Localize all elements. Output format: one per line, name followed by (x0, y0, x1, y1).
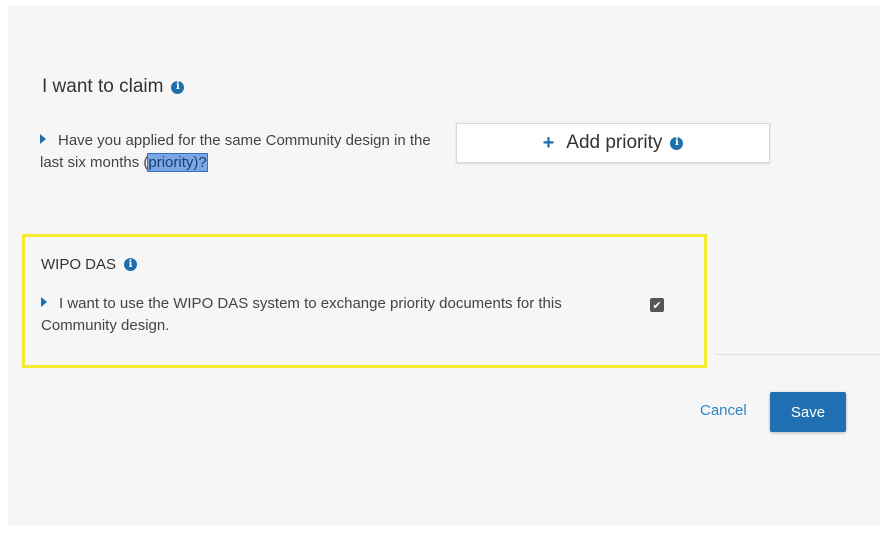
caret-right-icon[interactable] (41, 297, 47, 307)
check-icon: ✔ (652, 299, 662, 312)
info-icon[interactable]: i (171, 80, 185, 94)
save-button[interactable]: Save (770, 392, 846, 432)
wipo-das-description[interactable]: I want to use the WIPO DAS system to exc… (41, 293, 631, 337)
wipo-das-title: WIPO DAS i (41, 256, 138, 273)
caret-right-icon[interactable] (40, 134, 46, 144)
claim-heading: I want to claim i (42, 76, 185, 98)
wipo-das-description-text: I want to use the WIPO DAS system to exc… (41, 295, 562, 334)
wipo-das-section: WIPO DAS i I want to use the WIPO DAS sy… (22, 234, 707, 368)
plus-icon: + (542, 131, 555, 154)
priority-question[interactable]: Have you applied for the same Community … (40, 130, 450, 174)
wipo-das-title-label: WIPO DAS (41, 256, 117, 273)
add-priority-button[interactable]: + Add priority i (456, 123, 770, 163)
info-icon[interactable]: i (670, 136, 684, 150)
info-icon[interactable]: i (124, 258, 138, 271)
add-priority-label: Add priority (566, 132, 663, 153)
priority-question-text: Have you applied for the same Community … (40, 132, 431, 171)
claim-panel: I want to claim i Have you applied for t… (8, 6, 880, 526)
priority-question-highlight: priority)? (147, 153, 208, 172)
divider (715, 354, 880, 355)
claim-heading-label: I want to claim (42, 76, 164, 97)
cancel-button[interactable]: Cancel (700, 402, 747, 419)
wipo-das-checkbox[interactable]: ✔ (650, 298, 664, 312)
